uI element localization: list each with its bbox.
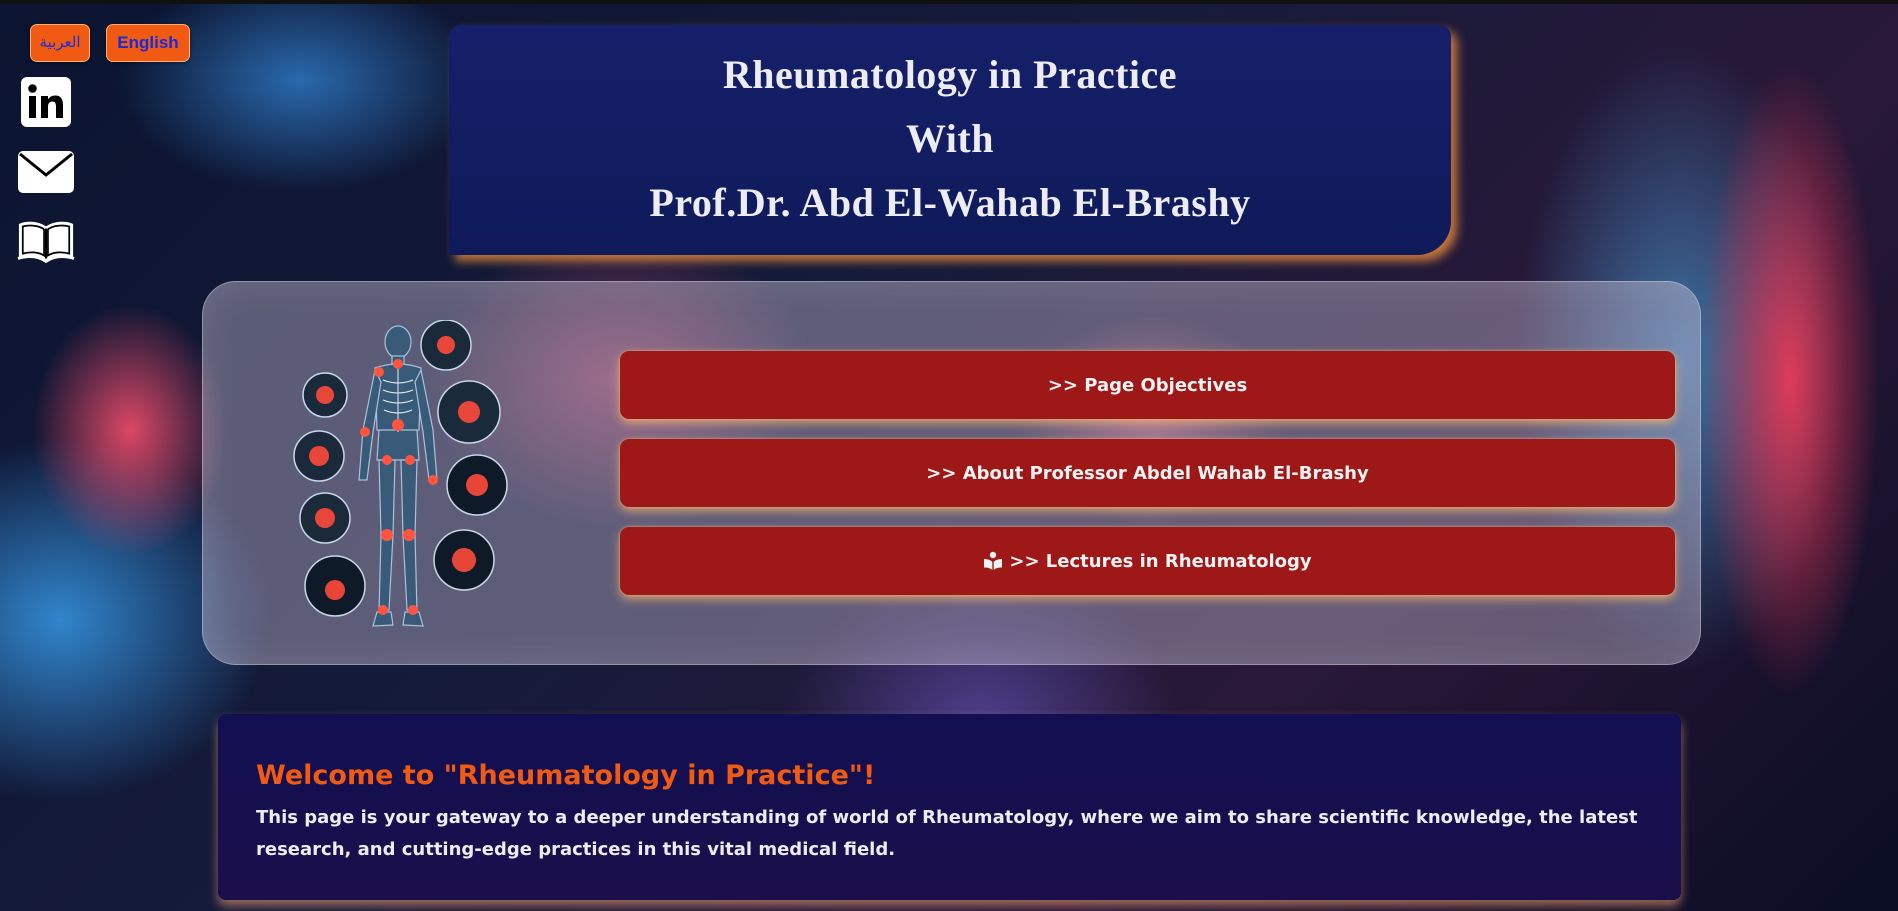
welcome-description: This page is your gateway to a deeper un…	[256, 807, 1638, 860]
header-title: Rheumatology in Practice	[722, 52, 1178, 97]
book-icon	[17, 221, 75, 264]
arabic-language-button[interactable]: العربية	[30, 24, 90, 62]
book-reader-icon	[983, 551, 1003, 571]
linkedin-icon	[21, 77, 71, 127]
header-with: With	[906, 116, 994, 161]
page-objectives-button[interactable]: >> Page Objectives	[620, 351, 1675, 419]
welcome-section: Welcome to "Rheumatology in Practice"! T…	[218, 714, 1681, 900]
mail-icon	[18, 151, 74, 193]
top-edge-line	[0, 0, 1898, 4]
lectures-button[interactable]: >> Lectures in Rheumatology	[620, 527, 1675, 595]
email-link[interactable]	[16, 149, 76, 195]
page-header: Rheumatology in Practice With Prof.Dr. A…	[449, 25, 1451, 255]
english-language-button[interactable]: English	[106, 24, 190, 62]
linkedin-link[interactable]	[16, 76, 76, 128]
skeleton-joints-illustration	[293, 320, 508, 627]
book-link[interactable]	[16, 218, 76, 266]
welcome-title: Welcome to "Rheumatology in Practice"!	[256, 760, 876, 791]
about-professor-button[interactable]: >> About Professor Abdel Wahab El-Brashy	[620, 439, 1675, 507]
header-professor-name: Prof.Dr. Abd El-Wahab El-Brashy	[649, 180, 1251, 225]
navigation-panel: >> Page Objectives >> About Professor Ab…	[202, 281, 1701, 665]
lectures-button-label: >> Lectures in Rheumatology	[1009, 550, 1312, 572]
